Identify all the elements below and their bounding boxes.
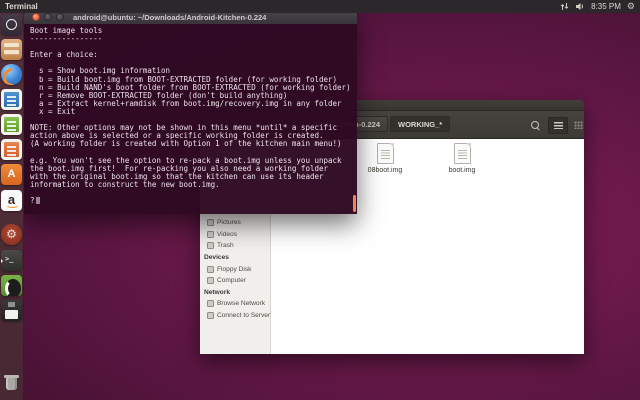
libreoffice-impress-icon[interactable] [1, 139, 22, 160]
network-arrows-icon[interactable] [560, 2, 569, 11]
videos-icon [207, 231, 214, 238]
grid-view-icon[interactable] [569, 117, 587, 132]
libreoffice-writer-icon[interactable] [1, 89, 22, 110]
trash-icon [207, 242, 214, 249]
terminal-cursor [36, 197, 40, 204]
terminal-line: information to construct the new boot.im… [30, 181, 357, 189]
session-gear-icon[interactable]: ⚙ [627, 2, 635, 11]
floppy-disk-icon[interactable] [1, 300, 22, 321]
close-button[interactable] [32, 13, 40, 21]
sidebar-item-label: Pictures [217, 219, 241, 226]
sidebar-item[interactable]: Trash [200, 240, 270, 252]
sidebar-item[interactable]: Floppy Disk [200, 263, 270, 275]
computer-icon [207, 277, 214, 284]
libreoffice-calc-icon[interactable] [1, 114, 22, 135]
android-kitchen-icon[interactable] [1, 275, 22, 296]
sidebar-item[interactable]: Computer [200, 275, 270, 287]
terminal-output: Boot image tools----------------Enter a … [30, 27, 357, 197]
terminal-line: x = Exit [30, 108, 357, 116]
sidebar-item[interactable]: Network [200, 287, 270, 299]
clock[interactable]: 8:35 PM [591, 2, 621, 11]
software-center-icon[interactable] [1, 164, 22, 185]
dash-home-icon[interactable] [1, 14, 22, 35]
terminal-line: (A working folder is created with Option… [30, 140, 357, 148]
terminal-prompt[interactable]: ? [30, 197, 357, 205]
terminal-line [30, 189, 357, 197]
sidebar-item[interactable]: Browse Network [200, 298, 270, 310]
sidebar-item[interactable]: Devices [200, 252, 270, 264]
search-icon[interactable] [526, 117, 544, 132]
file-item[interactable]: boot.img [430, 143, 494, 174]
terminal-line: ---------------- [30, 35, 357, 43]
top-panel: Terminal 8:35 PM ⚙ [0, 0, 640, 13]
terminal-line: a = Extract kernel+ramdisk from boot.img… [30, 100, 357, 108]
file-item[interactable]: 08boot.img [353, 143, 417, 174]
grid-dots [574, 121, 583, 129]
browse-network-icon [207, 300, 214, 307]
sidebar-item-label: Network [204, 289, 230, 296]
sidebar-item-label: Trash [217, 242, 234, 249]
system-settings-icon[interactable] [1, 224, 22, 245]
maximize-button[interactable] [56, 13, 64, 21]
sidebar-item[interactable]: Pictures [200, 217, 270, 229]
sidebar-item-label: Devices [204, 254, 229, 261]
terminal-scrollbar-thumb[interactable] [353, 195, 356, 212]
sidebar-item[interactable]: Connect to Server [200, 310, 270, 322]
trash-launcher-icon[interactable] [1, 371, 22, 392]
prompt-text: ? [30, 196, 35, 205]
launcher-dock [0, 13, 24, 400]
breadcrumb-button[interactable]: WORKING_* [390, 116, 450, 132]
terminal-line: Enter a choice: [30, 51, 357, 59]
sidebar-item[interactable]: Videos [200, 229, 270, 241]
sidebar-item-label: Computer [217, 277, 246, 284]
pictures-icon [207, 219, 214, 226]
terminal-window: android@ubuntu: ~/Downloads/Android-Kitc… [24, 10, 357, 214]
search-lens [531, 121, 539, 129]
connect-server-icon [207, 312, 214, 319]
amazon-icon[interactable] [1, 190, 22, 211]
sidebar-item-label: Floppy Disk [217, 266, 251, 273]
app-menu-title[interactable]: Terminal [5, 2, 38, 11]
files-icon[interactable] [1, 39, 22, 60]
file-name-label: 08boot.img [353, 167, 417, 174]
list-view-icon[interactable] [548, 117, 568, 134]
list-bars [554, 122, 563, 129]
terminal-viewport[interactable]: Boot image tools----------------Enter a … [24, 24, 357, 214]
document-icon [454, 143, 471, 164]
document-icon [377, 143, 394, 164]
minimize-button[interactable] [44, 13, 52, 21]
sidebar-item-label: Videos [217, 231, 237, 238]
sidebar-item-label: Connect to Server [217, 312, 270, 319]
sidebar-item-label: Browse Network [217, 300, 265, 307]
terminal-launcher-icon[interactable] [1, 250, 22, 271]
file-name-label: boot.img [430, 167, 494, 174]
terminal-title: android@ubuntu: ~/Downloads/Android-Kitc… [73, 13, 266, 22]
volume-icon[interactable] [575, 2, 585, 11]
firefox-icon[interactable] [1, 64, 22, 85]
floppy-icon [207, 266, 214, 273]
